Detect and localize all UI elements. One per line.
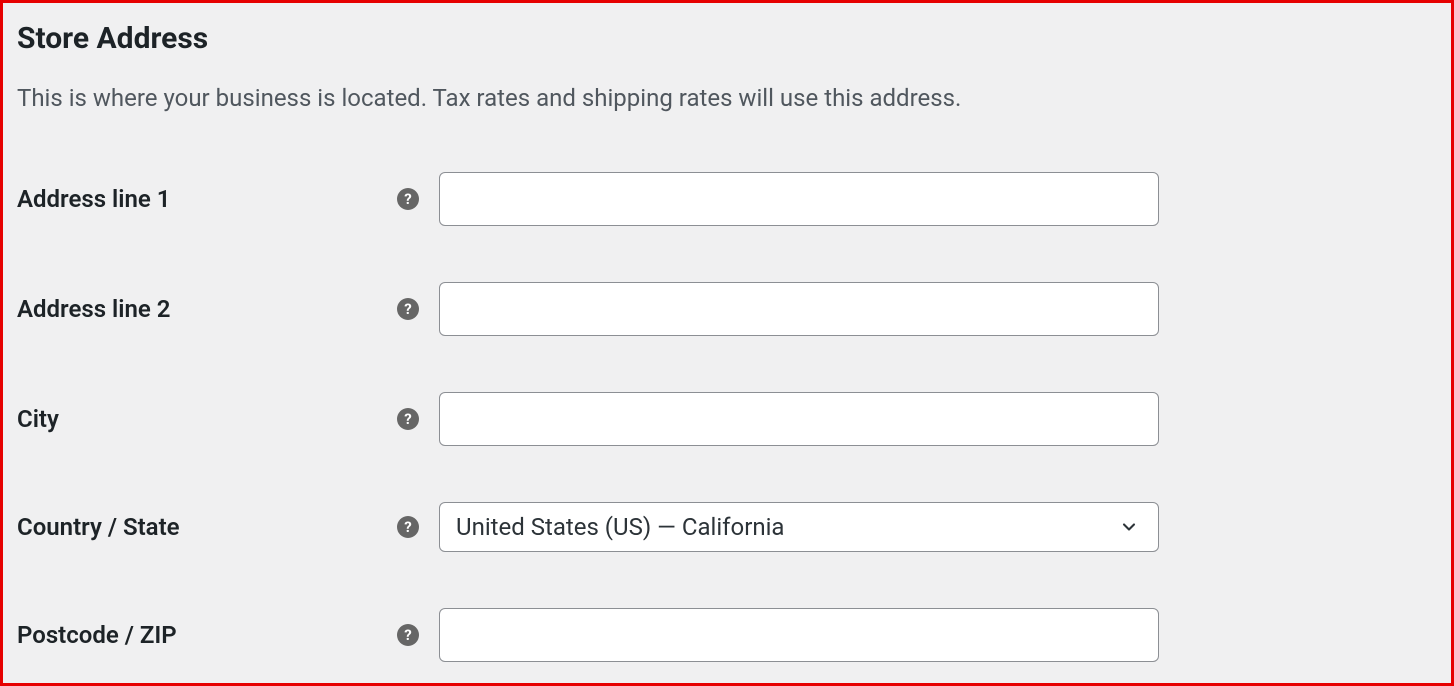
label-address-line-2: Address line 2	[17, 295, 170, 323]
label-postcode: Postcode / ZIP	[17, 621, 177, 649]
postcode-input[interactable]	[439, 608, 1159, 662]
row-city: City ?	[17, 392, 1437, 446]
row-postcode: Postcode / ZIP ?	[17, 608, 1437, 662]
help-icon[interactable]: ?	[397, 408, 419, 430]
address-line-2-input[interactable]	[439, 282, 1159, 336]
help-icon[interactable]: ?	[397, 298, 419, 320]
city-input[interactable]	[439, 392, 1159, 446]
row-address-line-1: Address line 1 ?	[17, 172, 1437, 226]
label-city: City	[17, 405, 59, 433]
store-address-panel: Store Address This is where your busines…	[0, 0, 1454, 686]
row-country-state: Country / State ? United States (US) — C…	[17, 502, 1437, 552]
row-address-line-2: Address line 2 ?	[17, 282, 1437, 336]
country-state-select[interactable]: United States (US) — California	[439, 502, 1159, 552]
help-icon[interactable]: ?	[397, 624, 419, 646]
help-icon[interactable]: ?	[397, 516, 419, 538]
label-address-line-1: Address line 1	[17, 185, 170, 213]
section-description: This is where your business is located. …	[17, 84, 1437, 112]
address-line-1-input[interactable]	[439, 172, 1159, 226]
section-heading: Store Address	[17, 21, 1437, 56]
country-state-selected-value: United States (US) — California	[456, 513, 784, 541]
label-country-state: Country / State	[17, 513, 180, 541]
help-icon[interactable]: ?	[397, 188, 419, 210]
